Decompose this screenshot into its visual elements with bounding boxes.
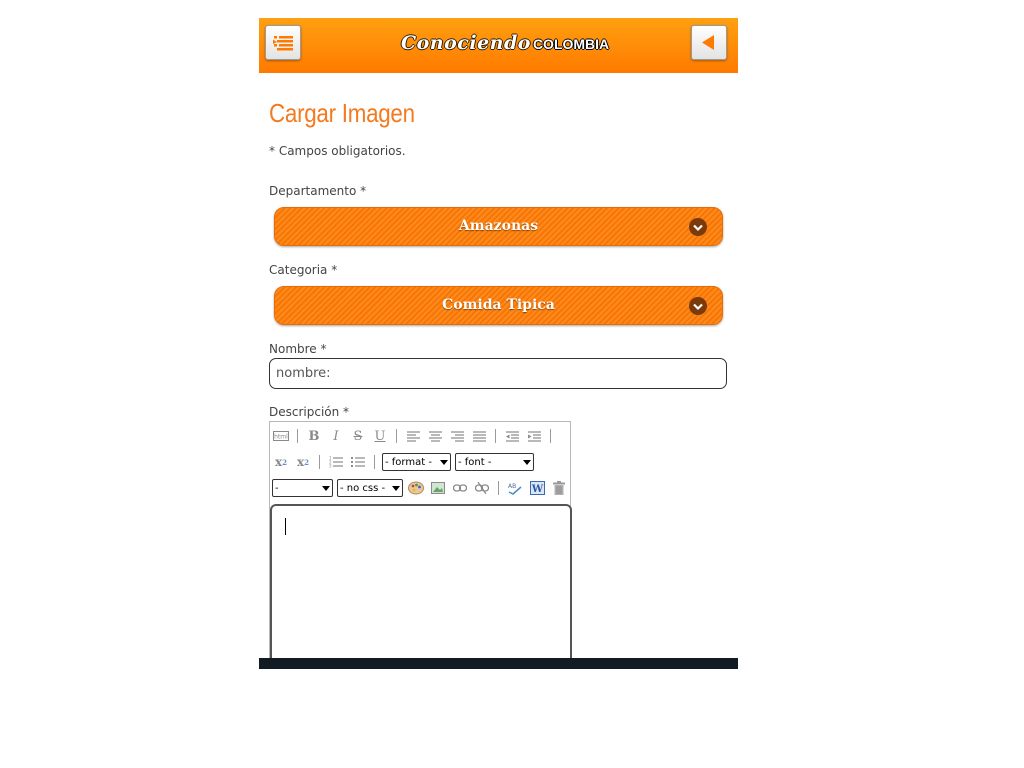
font-select[interactable]: - font -	[455, 453, 534, 471]
chevron-down-icon	[689, 297, 707, 315]
dropdown-arrow-icon	[392, 485, 400, 491]
color-palette-icon[interactable]	[406, 478, 426, 498]
align-right-icon[interactable]	[447, 426, 467, 446]
paste-word-icon[interactable]: W	[527, 478, 547, 498]
dropdown-arrow-icon	[440, 459, 448, 465]
nombre-input[interactable]	[269, 358, 727, 389]
insert-image-icon[interactable]	[428, 478, 448, 498]
format-select-value: - format -	[385, 456, 432, 468]
format-select[interactable]: - format -	[382, 453, 451, 471]
toolbar-separator	[319, 455, 320, 469]
app-logo: Conociendo COLOMBIA	[401, 32, 609, 60]
toolbar-separator	[495, 429, 496, 443]
departamento-value: Amazonas	[458, 218, 539, 234]
unordered-list-icon[interactable]	[348, 452, 368, 472]
font-select-value: - font -	[458, 456, 492, 468]
toolbar-separator	[374, 455, 375, 469]
editor-toolbar-row-2: x2 x2 123 - format - - font -	[270, 450, 570, 474]
strikethrough-icon[interactable]: S	[348, 426, 368, 446]
categoria-value: Comida Tipica	[442, 297, 555, 313]
departamento-select[interactable]: Amazonas	[274, 207, 723, 246]
insert-link-icon[interactable]	[450, 478, 470, 498]
categoria-select[interactable]: Comida Tipica	[274, 286, 723, 325]
size-select[interactable]: -	[272, 479, 333, 497]
dropdown-arrow-icon	[523, 459, 531, 465]
app-header: Conociendo COLOMBIA	[259, 18, 738, 73]
menu-button[interactable]	[265, 25, 301, 60]
editor-toolbar-row-3: - - no css - AB W	[270, 476, 570, 500]
chevron-down-icon	[689, 218, 707, 236]
align-center-icon[interactable]	[425, 426, 445, 446]
menu-list-icon	[273, 36, 293, 51]
trash-icon[interactable]	[549, 478, 569, 498]
align-justify-icon[interactable]	[469, 426, 489, 446]
nombre-label: Nombre *	[269, 342, 327, 356]
indent-icon[interactable]	[524, 426, 544, 446]
subscript-icon[interactable]: x2	[271, 452, 291, 472]
departamento-label: Departamento *	[269, 184, 367, 198]
descripcion-label: Descripción *	[269, 405, 350, 419]
categoria-label: Categoria *	[269, 263, 338, 277]
page-title: Cargar Imagen	[269, 98, 415, 128]
logo-word: COLOMBIA	[532, 36, 610, 52]
css-select[interactable]: - no css -	[337, 479, 403, 497]
dropdown-arrow-icon	[322, 485, 330, 491]
editor-toolbar-row-1: html B I S U	[270, 424, 570, 448]
text-caret	[285, 518, 286, 535]
underline-icon[interactable]: U	[370, 426, 390, 446]
toolbar-separator	[498, 481, 499, 495]
back-arrow-icon	[702, 35, 714, 50]
rich-text-editor: html B I S U x 2 x 2 1 2 3 - format - - …	[269, 421, 572, 664]
outdent-icon[interactable]	[502, 426, 522, 446]
description-textarea[interactable]	[270, 504, 572, 664]
size-select-value: -	[275, 482, 279, 494]
bottom-toolbar	[259, 658, 738, 669]
ordered-list-icon[interactable]: 123	[326, 452, 346, 472]
css-select-value: - no css -	[340, 482, 386, 494]
toolbar-separator	[550, 429, 551, 443]
toolbar-separator	[396, 429, 397, 443]
page: Conociendo COLOMBIA Cargar Imagen * Campo…	[259, 18, 738, 669]
required-note: * Campos obligatorios.	[269, 144, 406, 158]
back-button[interactable]	[691, 25, 727, 60]
bold-icon[interactable]: B	[304, 426, 324, 446]
logo-script: Conociendo	[401, 32, 531, 54]
html-source-icon[interactable]: html	[271, 426, 291, 446]
unlink-icon[interactable]	[472, 478, 492, 498]
svg-text:W: W	[530, 484, 543, 495]
align-left-icon[interactable]	[403, 426, 423, 446]
superscript-icon[interactable]: x2	[293, 452, 313, 472]
svg-text:3: 3	[329, 464, 332, 469]
svg-text:html: html	[274, 434, 288, 441]
spellcheck-icon[interactable]: AB	[505, 478, 525, 498]
toolbar-separator	[297, 429, 298, 443]
italic-icon[interactable]: I	[326, 426, 346, 446]
svg-text:AB: AB	[508, 483, 516, 490]
